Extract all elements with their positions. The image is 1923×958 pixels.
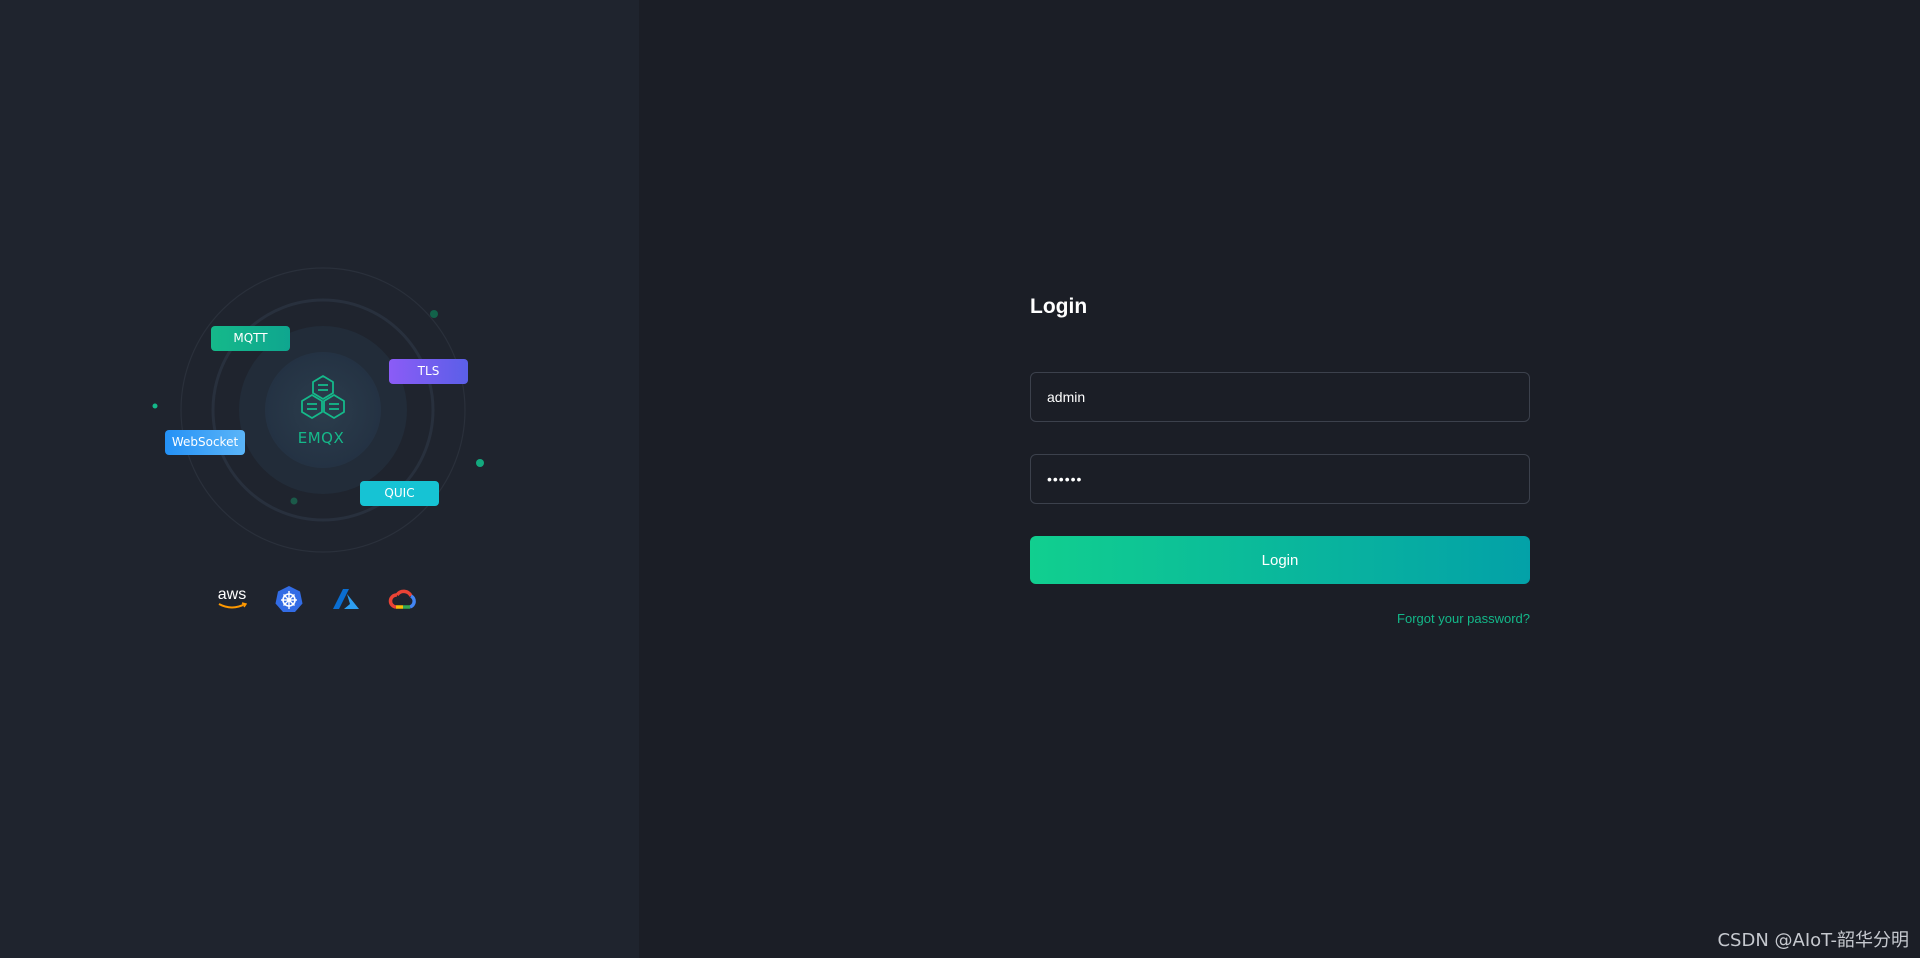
forgot-password-link[interactable]: Forgot your password? [1397,611,1530,626]
watermark: CSDN @AIoT-韶华分明 [1717,930,1909,951]
quic-tag: QUIC [360,481,439,506]
mqtt-tag: MQTT [211,326,290,351]
google-cloud-icon [387,583,419,615]
emqx-logo-text: EMQX [297,429,345,447]
tls-tag: TLS [389,359,468,384]
azure-icon [330,583,362,615]
kubernetes-icon [273,583,305,615]
login-page: EMQX MQTT TLS WebSocket QUIC aws Login a… [0,0,1923,958]
orbit-rings [152,267,484,553]
aws-label: aws [217,586,247,603]
username-input[interactable] [1030,372,1530,422]
page-title: Login [1030,295,1088,318]
illustration-panel: EMQX MQTT TLS WebSocket QUIC aws [0,0,639,958]
aws-icon: aws [216,583,248,615]
websocket-tag: WebSocket [165,430,245,455]
login-form: Login Login Forgot your password? [1030,295,1530,626]
cloud-provider-logos: aws [216,583,419,615]
login-button[interactable]: Login [1030,536,1530,584]
emqx-illustration: EMQX MQTT TLS WebSocket QUIC [140,260,500,570]
password-input[interactable] [1030,454,1530,504]
